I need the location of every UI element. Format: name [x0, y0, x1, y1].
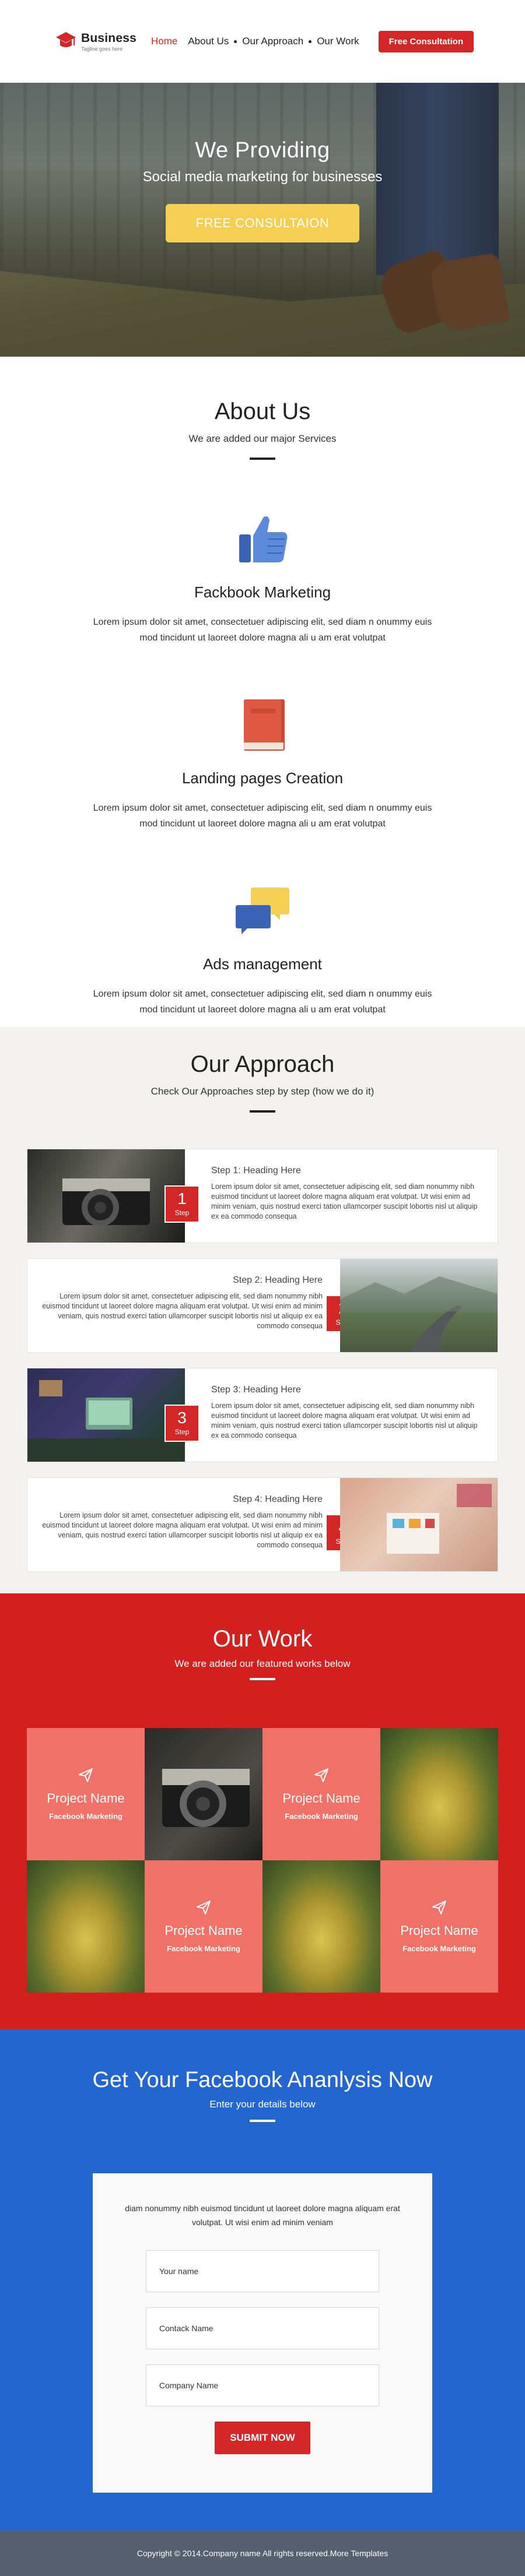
service-ads-management: Ads management Lorem ipsum dolor sit ame…: [0, 882, 525, 1018]
about-title: About Us: [214, 399, 311, 424]
about-section: About Us We are added our major Services…: [0, 357, 525, 1027]
book-icon: [233, 696, 292, 754]
hero-banner: We Providing Social media marketing for …: [0, 83, 525, 357]
company-name-field[interactable]: Company Name: [146, 2364, 379, 2406]
work-section: Our Work We are added our featured works…: [0, 1593, 525, 2029]
nav-home[interactable]: Home: [146, 36, 183, 47]
step-badge: 1 Step: [164, 1185, 200, 1223]
approach-step-4: Step 4: Heading Here Lorem ipsum dolor s…: [27, 1477, 498, 1572]
chat-bubbles-icon: [233, 882, 292, 940]
project-category: Facebook Marketing: [49, 1812, 123, 1821]
logo-tagline: Tagline goes here: [81, 45, 123, 52]
work-project-card[interactable]: Project Name Facebook Marketing: [262, 1728, 380, 1860]
work-subtitle: We are added our featured works below: [174, 1658, 351, 1669]
service-text: Lorem ipsum dolor sit amet, consectetuer…: [93, 989, 432, 1015]
submit-button[interactable]: SUBMIT NOW: [215, 2422, 310, 2454]
work-title: Our Work: [212, 1626, 313, 1652]
contact-name-field[interactable]: Contack Name: [146, 2307, 379, 2349]
approach-section: Our Approach Check Our Approaches step b…: [0, 1027, 525, 1593]
step-image-road: [340, 1259, 498, 1352]
copyright-text: Copyright © 2014.Company name All rights…: [136, 2549, 388, 2558]
thumbs-up-icon: [233, 510, 292, 568]
analysis-title: Get Your Facebook Ananlysis Now: [92, 2068, 433, 2092]
hero-consultation-button[interactable]: FREE CONSULTAION: [165, 204, 360, 242]
service-title: Ads management: [203, 955, 322, 973]
work-image-haystack[interactable]: [262, 1860, 380, 1993]
hero-subtitle: Social media marketing for businesses: [142, 169, 383, 185]
service-title: Landing pages Creation: [181, 769, 344, 787]
section-divider: [250, 1678, 275, 1680]
form-intro: diam nonummy nibh euismod tincidunt ut l…: [125, 2204, 400, 2227]
paper-plane-icon: [79, 1768, 93, 1782]
analysis-form: diam nonummy nibh euismod tincidunt ut l…: [93, 2173, 432, 2493]
about-subtitle: We are added our major Services: [188, 433, 337, 444]
work-grid: Project Name Facebook Marketing Project …: [27, 1728, 498, 1993]
step-image-camera: [27, 1149, 185, 1243]
work-image-haystack[interactable]: [27, 1860, 145, 1993]
section-divider: [250, 2120, 275, 2122]
site-header: Business Tagline goes here Home About Us…: [0, 0, 525, 83]
site-footer: Copyright © 2014.Company name All rights…: [0, 2531, 525, 2576]
steps-list: 1 Step Step 1: Heading Here Lorem ipsum …: [27, 1149, 498, 1572]
work-image-camera[interactable]: [145, 1728, 262, 1860]
your-name-field[interactable]: Your name: [146, 2250, 379, 2292]
logo[interactable]: Business Tagline goes here: [55, 30, 136, 53]
project-name: Project Name: [282, 1791, 360, 1806]
section-divider: [250, 458, 275, 460]
paper-plane-icon: [314, 1768, 328, 1782]
hero-title: We Providing: [195, 138, 330, 163]
project-name: Project Name: [47, 1791, 125, 1806]
free-consultation-button[interactable]: Free Consultation: [378, 30, 474, 52]
work-project-card[interactable]: Project Name Facebook Marketing: [380, 1860, 498, 1993]
step-image-workspace: [340, 1478, 498, 1571]
step-text: Lorem ipsum dolor sit amet, consectetuer…: [211, 1183, 478, 1220]
nav-our-work[interactable]: Our Work: [312, 36, 364, 47]
service-facebook-marketing: Fackbook Marketing Lorem ipsum dolor sit…: [0, 510, 525, 646]
step-text: Lorem ipsum dolor sit amet, consectetuer…: [42, 1511, 323, 1549]
work-project-card[interactable]: Project Name Facebook Marketing: [145, 1860, 262, 1993]
approach-title: Our Approach: [190, 1051, 335, 1077]
analysis-section: Get Your Facebook Ananlysis Now Enter yo…: [0, 2029, 525, 2531]
approach-subtitle: Check Our Approaches step by step (how w…: [150, 1086, 374, 1097]
analysis-subtitle: Enter your details below: [209, 2099, 316, 2110]
service-text: Lorem ipsum dolor sit amet, consectetuer…: [93, 617, 432, 643]
step-heading: Step 1: Heading Here: [211, 1166, 301, 1176]
service-landing-pages: Landing pages Creation Lorem ipsum dolor…: [0, 696, 525, 832]
project-category: Facebook Marketing: [167, 1944, 240, 1953]
step-text: Lorem ipsum dolor sit amet, consectetuer…: [42, 1292, 323, 1330]
graduation-cap-icon: [55, 30, 76, 53]
project-category: Facebook Marketing: [402, 1944, 476, 1953]
work-image-haystack[interactable]: [380, 1728, 498, 1860]
approach-step-1: 1 Step Step 1: Heading Here Lorem ipsum …: [27, 1149, 498, 1243]
paper-plane-icon: [197, 1901, 211, 1915]
nav-about-us[interactable]: About Us: [183, 36, 234, 47]
step-heading: Step 3: Heading Here: [211, 1385, 301, 1395]
step-heading: Step 2: Heading Here: [233, 1275, 323, 1285]
step-text: Lorem ipsum dolor sit amet, consectetuer…: [211, 1402, 478, 1440]
main-nav: Home About Us Our Approach Our Work: [146, 36, 365, 47]
step-badge: 3 Step: [164, 1405, 200, 1442]
step-image-desk: [27, 1368, 185, 1462]
step-heading: Step 4: Heading Here: [233, 1494, 323, 1504]
approach-step-3: 3 Step Step 3: Heading Here Lorem ipsum …: [27, 1368, 498, 1462]
service-title: Fackbook Marketing: [194, 583, 331, 601]
project-category: Facebook Marketing: [285, 1812, 358, 1821]
nav-our-approach[interactable]: Our Approach: [237, 36, 309, 47]
service-text: Lorem ipsum dolor sit amet, consectetuer…: [93, 803, 432, 829]
work-project-card[interactable]: Project Name Facebook Marketing: [27, 1728, 145, 1860]
project-name: Project Name: [400, 1923, 478, 1938]
approach-step-2: Step 2: Heading Here Lorem ipsum dolor s…: [27, 1258, 498, 1353]
logo-title: Business: [81, 31, 136, 45]
project-name: Project Name: [164, 1923, 243, 1938]
paper-plane-icon: [432, 1901, 446, 1915]
section-divider: [250, 1110, 275, 1113]
page: Business Tagline goes here Home About Us…: [0, 0, 525, 2576]
